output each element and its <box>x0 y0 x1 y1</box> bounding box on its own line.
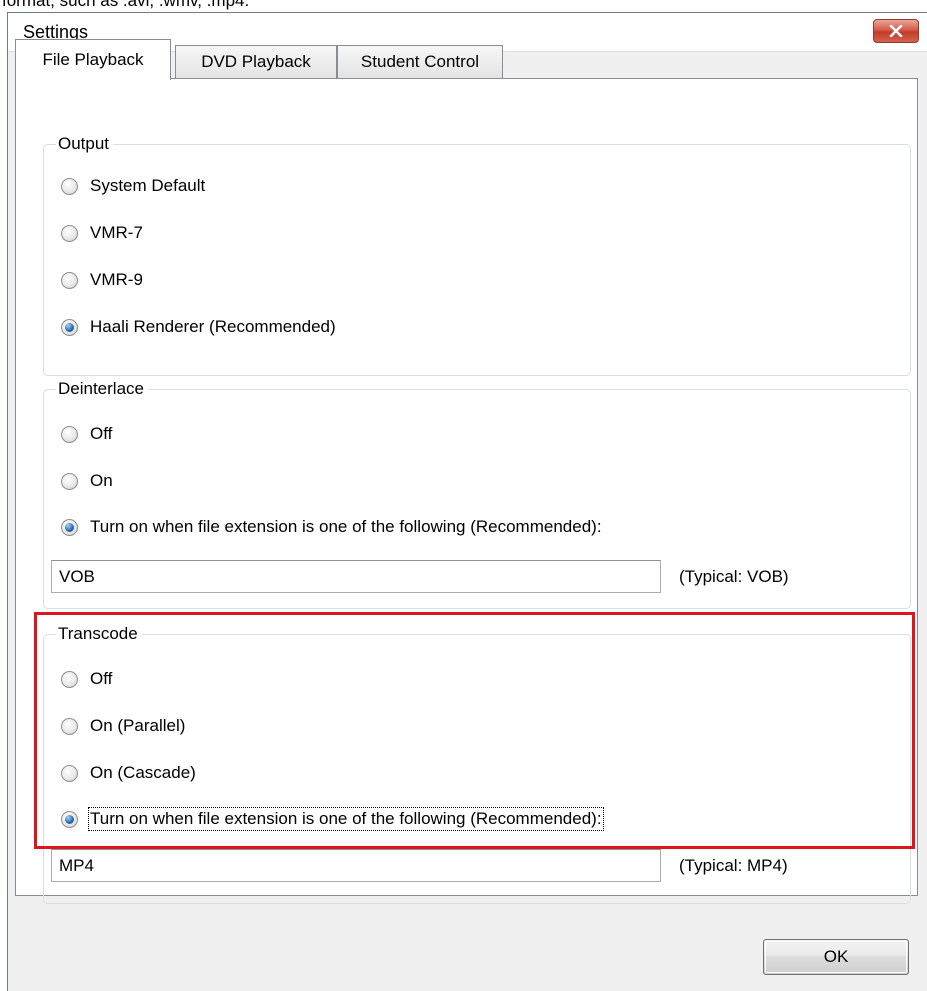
output-legend: Output <box>56 132 114 156</box>
radio-vmr-7[interactable]: VMR-7 <box>61 221 143 245</box>
radio-deinterlace-on[interactable]: On <box>61 469 113 493</box>
radio-circle[interactable] <box>61 764 78 782</box>
radio-label: VMR-7 <box>90 223 143 242</box>
radio-circle[interactable] <box>61 472 78 490</box>
tab-student-control[interactable]: Student Control <box>337 45 503 79</box>
radio-label: Turn on when file extension is one of th… <box>90 517 602 536</box>
radio-label: Off <box>90 669 113 688</box>
deinterlace-typical-hint: (Typical: VOB) <box>679 567 789 586</box>
radio-label: VMR-9 <box>90 270 143 289</box>
radio-transcode-by-extension[interactable]: Turn on when file extension is one of th… <box>61 807 604 831</box>
radio-label-focused: Turn on when file extension is one of th… <box>88 807 604 831</box>
radio-circle[interactable] <box>61 224 78 242</box>
radio-transcode-parallel[interactable]: On (Parallel) <box>61 714 185 738</box>
radio-circle-selected[interactable] <box>61 810 78 828</box>
close-x-icon <box>889 25 903 37</box>
tab-file-playback[interactable]: File Playback <box>15 39 171 80</box>
close-button[interactable] <box>873 19 919 43</box>
radio-circle[interactable] <box>61 670 78 688</box>
radio-deinterlace-by-extension[interactable]: Turn on when file extension is one of th… <box>61 515 602 539</box>
deinterlace-group: Deinterlace Off On Turn on when file ext… <box>43 377 911 609</box>
output-group: Output System Default VMR-7 VMR-9 Haali … <box>43 132 911 376</box>
radio-label: On (Parallel) <box>90 716 186 735</box>
radio-deinterlace-off[interactable]: Off <box>61 422 112 446</box>
radio-circle-selected[interactable] <box>61 518 78 536</box>
radio-transcode-cascade[interactable]: On (Cascade) <box>61 761 196 785</box>
transcode-extension-input[interactable]: MP4 <box>51 849 661 882</box>
radio-system-default[interactable]: System Default <box>61 174 205 198</box>
transcode-legend: Transcode <box>56 622 142 646</box>
deinterlace-extension-input[interactable]: VOB <box>51 560 661 593</box>
background-doc-text: format, such as .avi, .wmv, .mp4. <box>2 0 250 10</box>
radio-circle-selected[interactable] <box>61 318 78 336</box>
deinterlace-legend: Deinterlace <box>56 377 148 401</box>
radio-haali-renderer[interactable]: Haali Renderer (Recommended) <box>61 315 336 339</box>
transcode-typical-hint: (Typical: MP4) <box>679 856 788 875</box>
radio-label: System Default <box>90 176 206 195</box>
transcode-group: Transcode Off On (Parallel) On (Cascade)… <box>43 622 911 904</box>
radio-label: Haali Renderer (Recommended) <box>90 317 336 336</box>
radio-circle[interactable] <box>61 425 78 443</box>
radio-circle[interactable] <box>61 177 78 195</box>
ok-button[interactable]: OK <box>763 939 909 975</box>
tab-panel-file-playback: Output System Default VMR-7 VMR-9 Haali … <box>15 78 918 904</box>
radio-label: On (Cascade) <box>90 763 196 782</box>
radio-transcode-off[interactable]: Off <box>61 667 112 691</box>
tab-dvd-playback[interactable]: DVD Playback <box>175 45 337 79</box>
settings-dialog: Settings File Playback DVD Playback Stud… <box>7 12 927 991</box>
radio-label: On <box>90 471 113 490</box>
radio-label: Off <box>90 424 113 443</box>
radio-circle[interactable] <box>61 717 78 735</box>
radio-vmr-9[interactable]: VMR-9 <box>61 268 143 292</box>
radio-circle[interactable] <box>61 271 78 289</box>
